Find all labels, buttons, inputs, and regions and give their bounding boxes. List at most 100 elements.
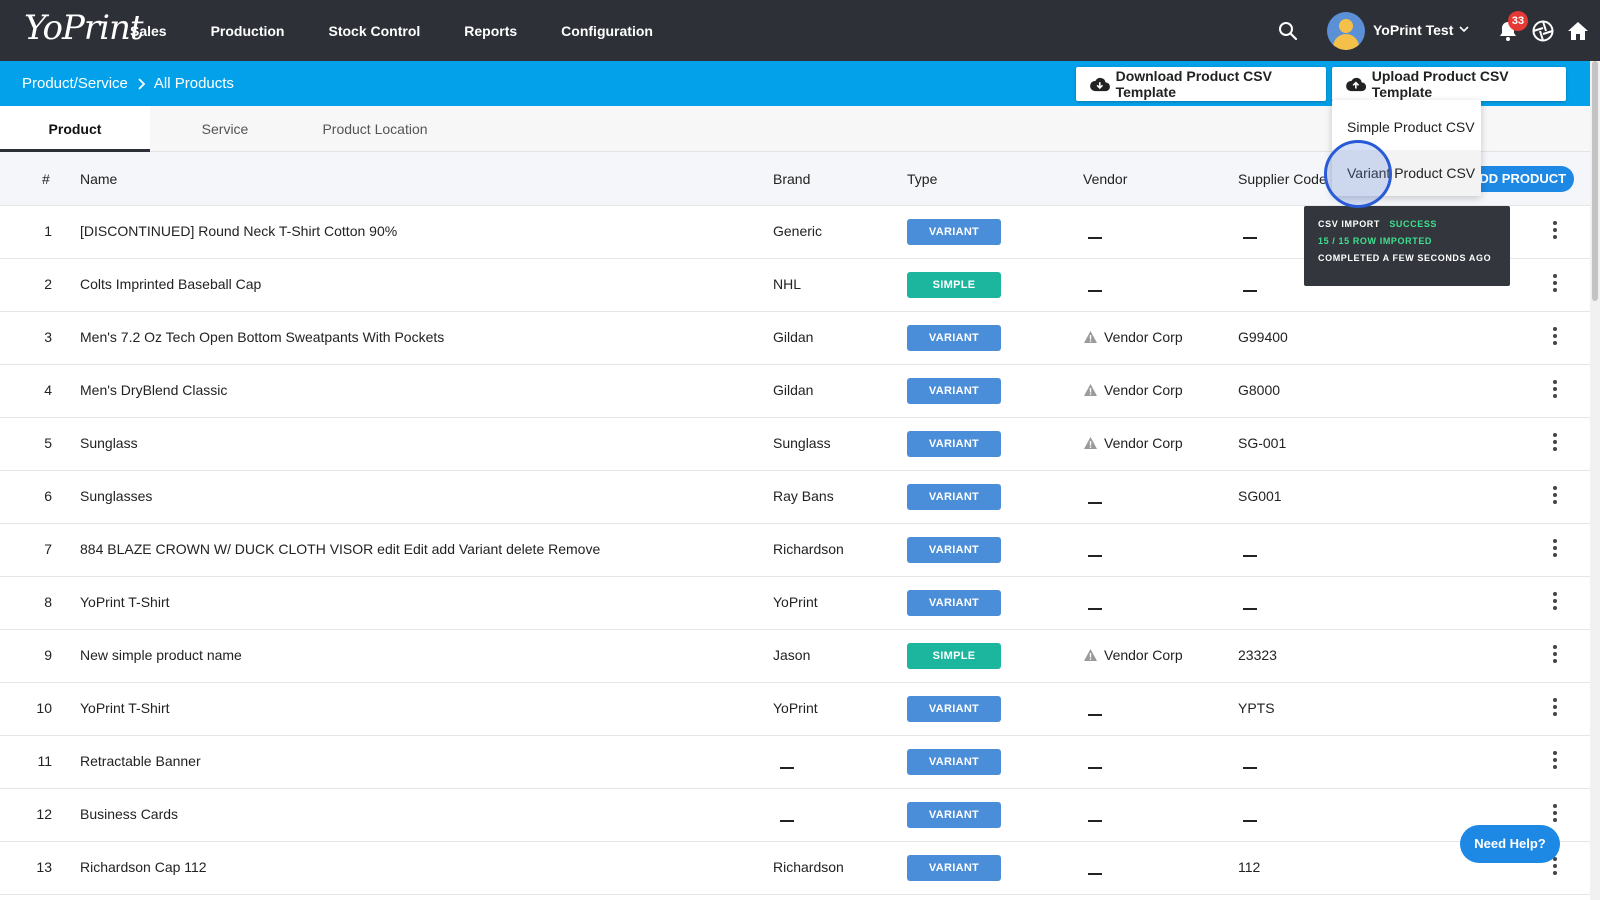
top-right-controls: YoPrint Test 33 [1240,0,1600,61]
breadcrumb-parent[interactable]: Product/Service [22,75,128,92]
kebab-icon[interactable] [1552,274,1558,294]
product-vendor-empty [1088,548,1102,564]
type-badge: VARIANT [907,802,1001,828]
column-header-brand[interactable]: Brand [773,171,810,187]
product-name[interactable]: Richardson Cap 112 [80,859,207,875]
table-row[interactable]: 5 Sunglass Sunglass VARIANT Vendor Corp SG-00… [0,418,1600,471]
type-badge: VARIANT [907,378,1001,404]
type-badge: VARIANT [907,484,1001,510]
supplier-code-empty [1243,760,1257,776]
product-name[interactable]: 884 BLAZE CROWN W/ DUCK CLOTH VISOR edit… [80,541,600,557]
supplier-code: G99400 [1238,329,1288,345]
product-name[interactable]: Business Cards [80,806,178,822]
nav-item-stock-control[interactable]: Stock Control [328,23,420,39]
empty-dash [1243,608,1257,611]
table-row[interactable]: 12 Business Cards VARIANT [0,789,1600,842]
need-help-button[interactable]: Need Help? [1460,825,1560,863]
nav-item-sales[interactable]: Sales [130,23,167,39]
kebab-icon[interactable] [1552,221,1558,241]
aperture-icon[interactable] [1532,20,1554,42]
table-row[interactable]: 4 Men's DryBlend Classic Gildan VARIANT Vend… [0,365,1600,418]
kebab-icon[interactable] [1552,857,1558,877]
nav-item-production[interactable]: Production [211,23,285,39]
kebab-icon[interactable] [1552,751,1558,771]
kebab-icon[interactable] [1552,592,1558,612]
tab-service[interactable]: Service [150,106,300,152]
table-row[interactable]: 11 Retractable Banner VARIANT [0,736,1600,789]
chevron-down-icon[interactable] [1458,23,1470,35]
vendor-name[interactable]: Vendor Corp [1104,329,1183,345]
table-row[interactable]: 3 Men's 7.2 Oz Tech Open Bottom Sweatpant… [0,312,1600,365]
product-name[interactable]: Sunglasses [80,488,152,504]
product-name[interactable]: New simple product name [80,647,242,663]
table-row[interactable]: 8 YoPrint T-Shirt YoPrint VARIANT [0,577,1600,630]
app-logo[interactable]: YoPrint [24,8,144,48]
kebab-icon[interactable] [1552,327,1558,347]
product-brand: Gildan [773,329,814,345]
kebab-icon[interactable] [1552,698,1558,718]
row-number: 11 [37,753,52,769]
column-header-vendor[interactable]: Vendor [1083,171,1127,187]
kebab-icon[interactable] [1552,804,1558,824]
table-row[interactable]: 7 884 BLAZE CROWN W/ DUCK CLOTH VISOR edi… [0,524,1600,577]
table-row[interactable]: 10 YoPrint T-Shirt YoPrint VARIANT YPTS [0,683,1600,736]
product-name[interactable]: [DISCONTINUED] Round Neck T-Shirt Cotton… [80,223,397,239]
column-header-type[interactable]: Type [907,171,937,187]
product-brand-empty [780,813,794,829]
kebab-icon[interactable] [1552,380,1558,400]
search-icon[interactable] [1278,21,1298,41]
kebab-icon[interactable] [1552,486,1558,506]
product-name[interactable]: Colts Imprinted Baseball Cap [80,276,261,292]
breadcrumb-current[interactable]: All Products [154,75,234,92]
column-header-name[interactable]: Name [80,171,117,187]
product-name[interactable]: Retractable Banner [80,753,201,769]
product-name[interactable]: Men's DryBlend Classic [80,382,227,398]
csv-import-toast: CSV IMPORT SUCCESS 15 / 15 ROW IMPORTED … [1304,206,1510,286]
table-row[interactable]: 9 New simple product name Jason SIMPLE Vendo… [0,630,1600,683]
user-name[interactable]: YoPrint Test [1373,22,1453,38]
empty-dash [1088,608,1102,611]
table-row[interactable]: 13 Richardson Cap 112 Richardson VARIANT 112 [0,842,1600,895]
product-vendor-empty [1088,866,1102,882]
toast-time: COMPLETED A FEW SECONDS AGO [1318,253,1492,263]
nav-item-reports[interactable]: Reports [464,23,517,39]
column-header-supplier-code[interactable]: Supplier Code [1238,171,1327,187]
upload-csv-template-button[interactable]: Upload Product CSV Template [1332,67,1566,101]
download-csv-template-button[interactable]: Download Product CSV Template [1076,67,1326,101]
kebab-icon[interactable] [1552,645,1558,665]
table-row[interactable]: 6 Sunglasses Ray Bans VARIANT SG001 [0,471,1600,524]
empty-dash [780,767,794,770]
vendor-name[interactable]: Vendor Corp [1104,647,1183,663]
product-name[interactable]: YoPrint T-Shirt [80,594,170,610]
product-table-body: 1 [DISCONTINUED] Round Neck T-Shirt Cotto… [0,206,1600,895]
vendor-name[interactable]: Vendor Corp [1104,435,1183,451]
row-number: 9 [44,647,52,663]
kebab-icon[interactable] [1552,539,1558,559]
product-name[interactable]: Men's 7.2 Oz Tech Open Bottom Sweatpants… [80,329,444,345]
vertical-scrollbar[interactable] [1590,61,1600,900]
kebab-icon[interactable] [1552,433,1558,453]
empty-dash [1088,714,1102,717]
supplier-code-empty [1243,230,1257,246]
tab-product[interactable]: Product [0,106,150,152]
product-vendor-empty [1088,283,1102,299]
product-brand: YoPrint [773,594,818,610]
vendor-name[interactable]: Vendor Corp [1104,382,1183,398]
product-name[interactable]: YoPrint T-Shirt [80,700,170,716]
product-brand: NHL [773,276,802,292]
empty-dash [1088,502,1102,505]
empty-dash [1088,290,1102,293]
product-name[interactable]: Sunglass [80,435,138,451]
avatar[interactable] [1327,12,1365,50]
home-icon[interactable] [1567,20,1589,42]
cloud-download-icon [1090,77,1110,92]
product-vendor: Vendor Corp [1083,329,1183,345]
scrollbar-thumb[interactable] [1592,61,1598,301]
nav-item-configuration[interactable]: Configuration [561,23,653,39]
supplier-code: 112 [1238,859,1261,875]
empty-dash [1243,555,1257,558]
product-brand: YoPrint [773,700,818,716]
tab-product-location[interactable]: Product Location [300,106,450,152]
product-brand: Gildan [773,382,814,398]
row-number: 10 [36,700,52,716]
